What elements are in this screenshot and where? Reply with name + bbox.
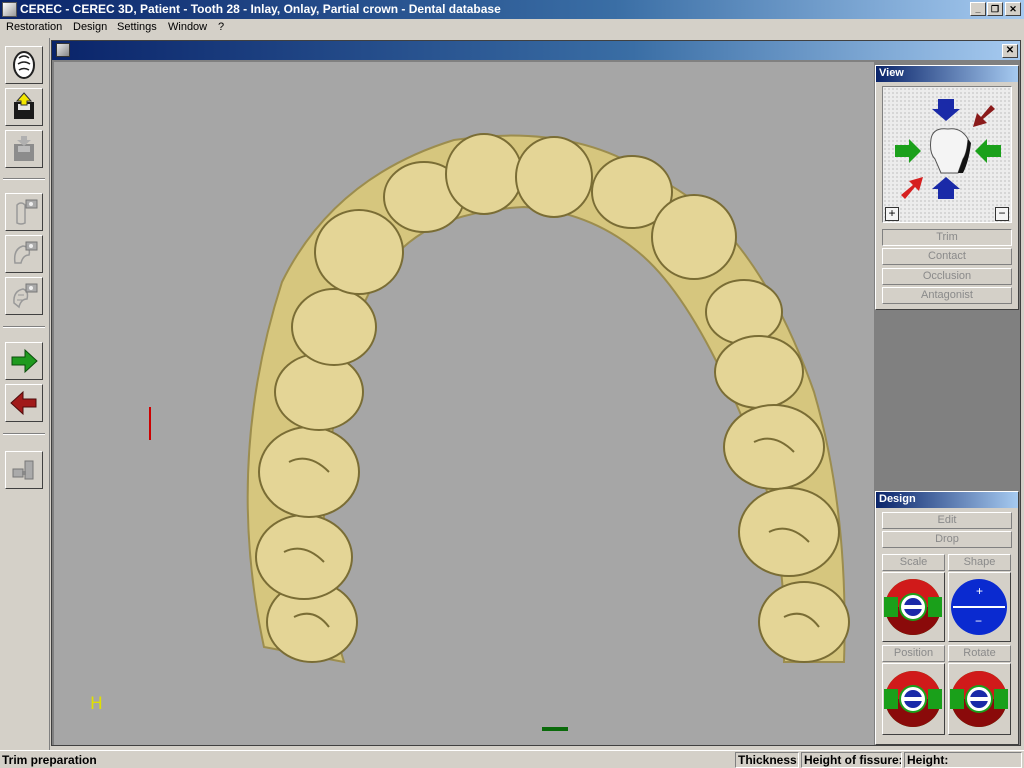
edit-button[interactable]: Edit bbox=[882, 512, 1012, 529]
height-field: Height: bbox=[904, 752, 1022, 768]
camera-arch-icon bbox=[13, 241, 38, 264]
corner-marker: H bbox=[90, 694, 103, 714]
camera-tooth-icon bbox=[16, 199, 38, 225]
view-left-arrow-icon bbox=[895, 139, 921, 163]
zoom-in-button[interactable]: + bbox=[885, 207, 899, 221]
camera-bite-icon bbox=[13, 283, 38, 309]
shape-plus-label: + bbox=[976, 584, 984, 598]
status-message: Trim preparation bbox=[2, 753, 97, 767]
shape-control[interactable]: + − bbox=[948, 572, 1011, 642]
antagonist-button[interactable]: Antagonist bbox=[882, 287, 1012, 304]
document-icon[interactable] bbox=[56, 43, 70, 57]
trim-button[interactable]: Trim bbox=[882, 229, 1012, 246]
menu-settings[interactable]: Settings bbox=[117, 21, 157, 33]
rotate-wheel-icon bbox=[950, 671, 1008, 727]
position-wheel-icon bbox=[884, 671, 942, 727]
view-panel-title: View bbox=[876, 66, 1018, 82]
back-arrow-icon bbox=[10, 390, 37, 416]
rotate-label: Rotate bbox=[948, 645, 1011, 662]
minimize-button[interactable]: _ bbox=[970, 2, 986, 16]
left-toolbar bbox=[0, 38, 50, 750]
document-close-button[interactable]: ✕ bbox=[1002, 44, 1018, 58]
scale-label: Scale bbox=[882, 554, 945, 571]
design-panel-title: Design bbox=[876, 492, 1018, 508]
shape-minus-label: − bbox=[975, 614, 983, 628]
menu-design[interactable]: Design bbox=[73, 21, 107, 33]
rotate-control[interactable] bbox=[948, 663, 1011, 735]
import-icon bbox=[14, 136, 34, 161]
position-label: Position bbox=[882, 645, 945, 662]
document-window: ✕ H View + − Trim Contact Occlusion Anta… bbox=[51, 40, 1021, 746]
view-front-arrow-icon bbox=[901, 177, 923, 199]
view-back-arrow-icon bbox=[973, 105, 995, 127]
document-title-bar bbox=[52, 41, 1020, 60]
tooth-arch-button[interactable] bbox=[5, 46, 43, 84]
restore-button[interactable]: ❐ bbox=[987, 2, 1003, 16]
window-title: CEREC - CEREC 3D, Patient - Tooth 28 - I… bbox=[20, 2, 501, 16]
tooth-arch-icon bbox=[13, 51, 35, 79]
camera-bite-button[interactable] bbox=[5, 277, 43, 315]
scale-control[interactable] bbox=[882, 572, 945, 642]
menu-window[interactable]: Window bbox=[168, 21, 207, 33]
view-right-arrow-icon bbox=[975, 139, 1001, 163]
status-bar: Trim preparation Thickness: Height of fi… bbox=[0, 750, 1024, 768]
dental-arch-model[interactable] bbox=[54, 62, 874, 745]
3d-viewport[interactable]: H bbox=[54, 62, 874, 745]
menu-help[interactable]: ? bbox=[218, 21, 224, 33]
zoom-out-button[interactable]: − bbox=[995, 207, 1009, 221]
import-button[interactable] bbox=[5, 130, 43, 168]
menu-bar: Restoration Design Settings Window ? bbox=[0, 19, 1024, 38]
design-panel: Design Edit Drop Scale Shape + − Positio… bbox=[875, 491, 1019, 745]
camera-arch-button[interactable] bbox=[5, 235, 43, 273]
view-top-arrow-icon bbox=[932, 99, 960, 121]
title-bar: CEREC - CEREC 3D, Patient - Tooth 28 - I… bbox=[0, 0, 1024, 19]
view-orientation-pad[interactable]: + − bbox=[882, 86, 1012, 223]
export-icon bbox=[14, 92, 34, 119]
export-button[interactable] bbox=[5, 88, 43, 126]
view-panel: View + − Trim Contact Occlusion Antagoni… bbox=[875, 65, 1019, 310]
occlusion-button[interactable]: Occlusion bbox=[882, 268, 1012, 285]
shape-label: Shape bbox=[948, 554, 1011, 571]
camera-tooth-button[interactable] bbox=[5, 193, 43, 231]
view-orientation-control[interactable] bbox=[883, 87, 1013, 224]
fissure-height-field: Height of fissure: bbox=[801, 752, 902, 768]
contact-button[interactable]: Contact bbox=[882, 248, 1012, 265]
next-arrow-icon bbox=[11, 348, 38, 374]
thickness-field: Thickness: bbox=[735, 752, 799, 768]
connector-icon bbox=[12, 460, 34, 480]
close-button[interactable]: ✕ bbox=[1005, 2, 1021, 16]
app-icon[interactable] bbox=[2, 2, 17, 17]
menu-restoration[interactable]: Restoration bbox=[6, 21, 62, 33]
view-bottom-arrow-icon bbox=[932, 177, 960, 199]
scale-wheel-icon bbox=[884, 579, 942, 635]
drop-button[interactable]: Drop bbox=[882, 531, 1012, 548]
connector-button[interactable] bbox=[5, 451, 43, 489]
previous-step-button[interactable] bbox=[5, 384, 43, 422]
next-step-button[interactable] bbox=[5, 342, 43, 380]
position-control[interactable] bbox=[882, 663, 945, 735]
